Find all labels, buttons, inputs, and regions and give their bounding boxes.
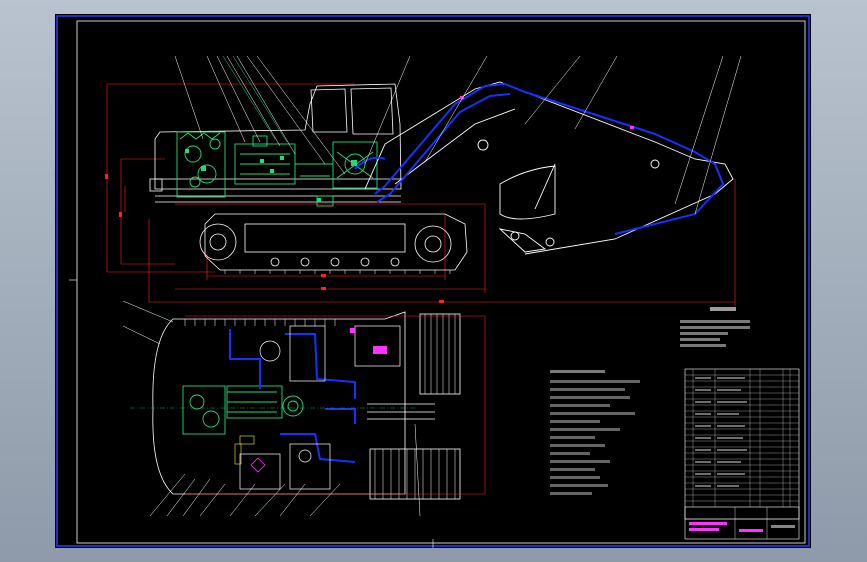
inner-frame <box>76 20 806 544</box>
engine-assembly <box>176 131 378 207</box>
plan-track-cleats-bottom <box>374 449 456 499</box>
plan-hydraulic-hoses <box>229 329 356 463</box>
plan-yellow-parts <box>234 435 255 465</box>
parts-list-table <box>684 368 800 520</box>
side-elevation-view <box>105 55 742 306</box>
parameter-list-block <box>550 370 640 495</box>
plan-view-leaders <box>122 300 421 517</box>
parts-list-entries <box>695 377 747 487</box>
boom-arm-bucket <box>364 81 734 255</box>
engine-fill-details <box>185 149 357 202</box>
cad-drawing-sheet <box>55 14 811 548</box>
side-view-dimension-marks <box>105 174 444 303</box>
title-block-magenta-marks <box>689 522 763 532</box>
plan-magenta-diamond <box>250 457 266 473</box>
plan-engine <box>182 385 304 435</box>
track-shoe-lines <box>224 270 451 274</box>
plan-view-outline <box>152 311 461 500</box>
side-view-dimensions <box>106 83 736 306</box>
green-leaders <box>222 55 288 143</box>
excavator-assembly-drawing <box>56 15 810 548</box>
outer-border <box>56 15 810 547</box>
technical-requirements-block <box>680 307 750 347</box>
title-block <box>684 506 800 540</box>
crawler-track <box>199 213 468 271</box>
plan-view <box>122 300 486 517</box>
plan-magenta-parts <box>350 328 387 354</box>
